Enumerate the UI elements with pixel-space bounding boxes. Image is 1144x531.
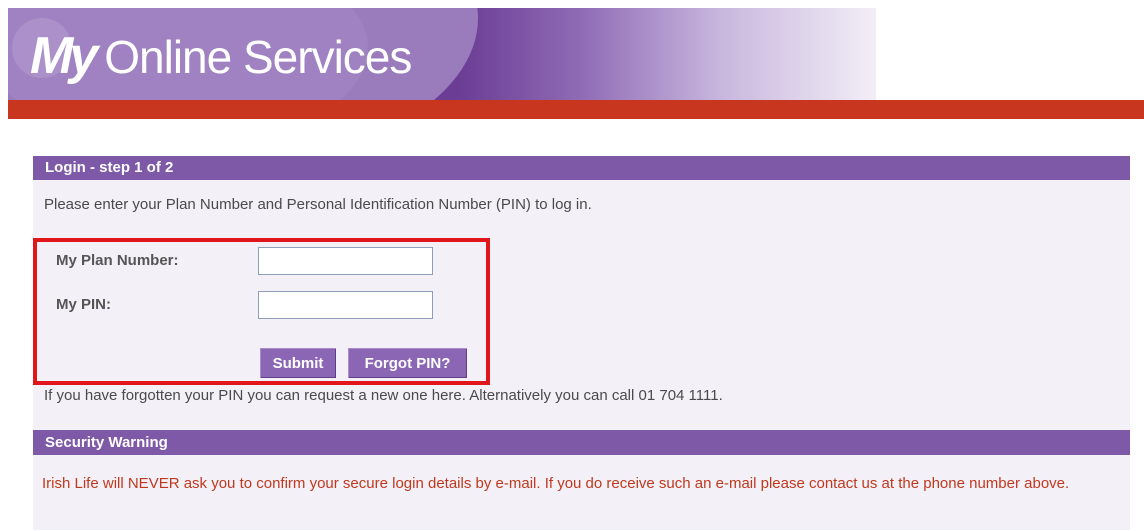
site-title: My Online Services	[30, 27, 412, 85]
login-intro-text: Please enter your Plan Number and Person…	[44, 196, 592, 213]
forgot-pin-button[interactable]: Forgot PIN?	[348, 348, 467, 378]
submit-button[interactable]: Submit	[260, 348, 336, 378]
site-title-my: My	[30, 27, 98, 85]
security-warning-header: Security Warning	[33, 430, 1130, 455]
forgot-pin-help-text: If you have forgotten your PIN you can r…	[44, 387, 723, 404]
pin-input[interactable]	[258, 291, 433, 319]
plan-number-label: My Plan Number:	[56, 252, 179, 269]
pin-label: My PIN:	[56, 296, 112, 313]
site-banner: My Online Services	[8, 8, 876, 100]
site-title-rest: Online Services	[104, 31, 412, 83]
plan-number-input[interactable]	[258, 247, 433, 275]
login-step-header: Login - step 1 of 2	[33, 156, 1130, 180]
security-warning-text: Irish Life will NEVER ask you to confirm…	[42, 475, 1070, 492]
banner-red-bar	[8, 100, 1144, 119]
login-panel: Login - step 1 of 2 Please enter your Pl…	[33, 156, 1130, 530]
